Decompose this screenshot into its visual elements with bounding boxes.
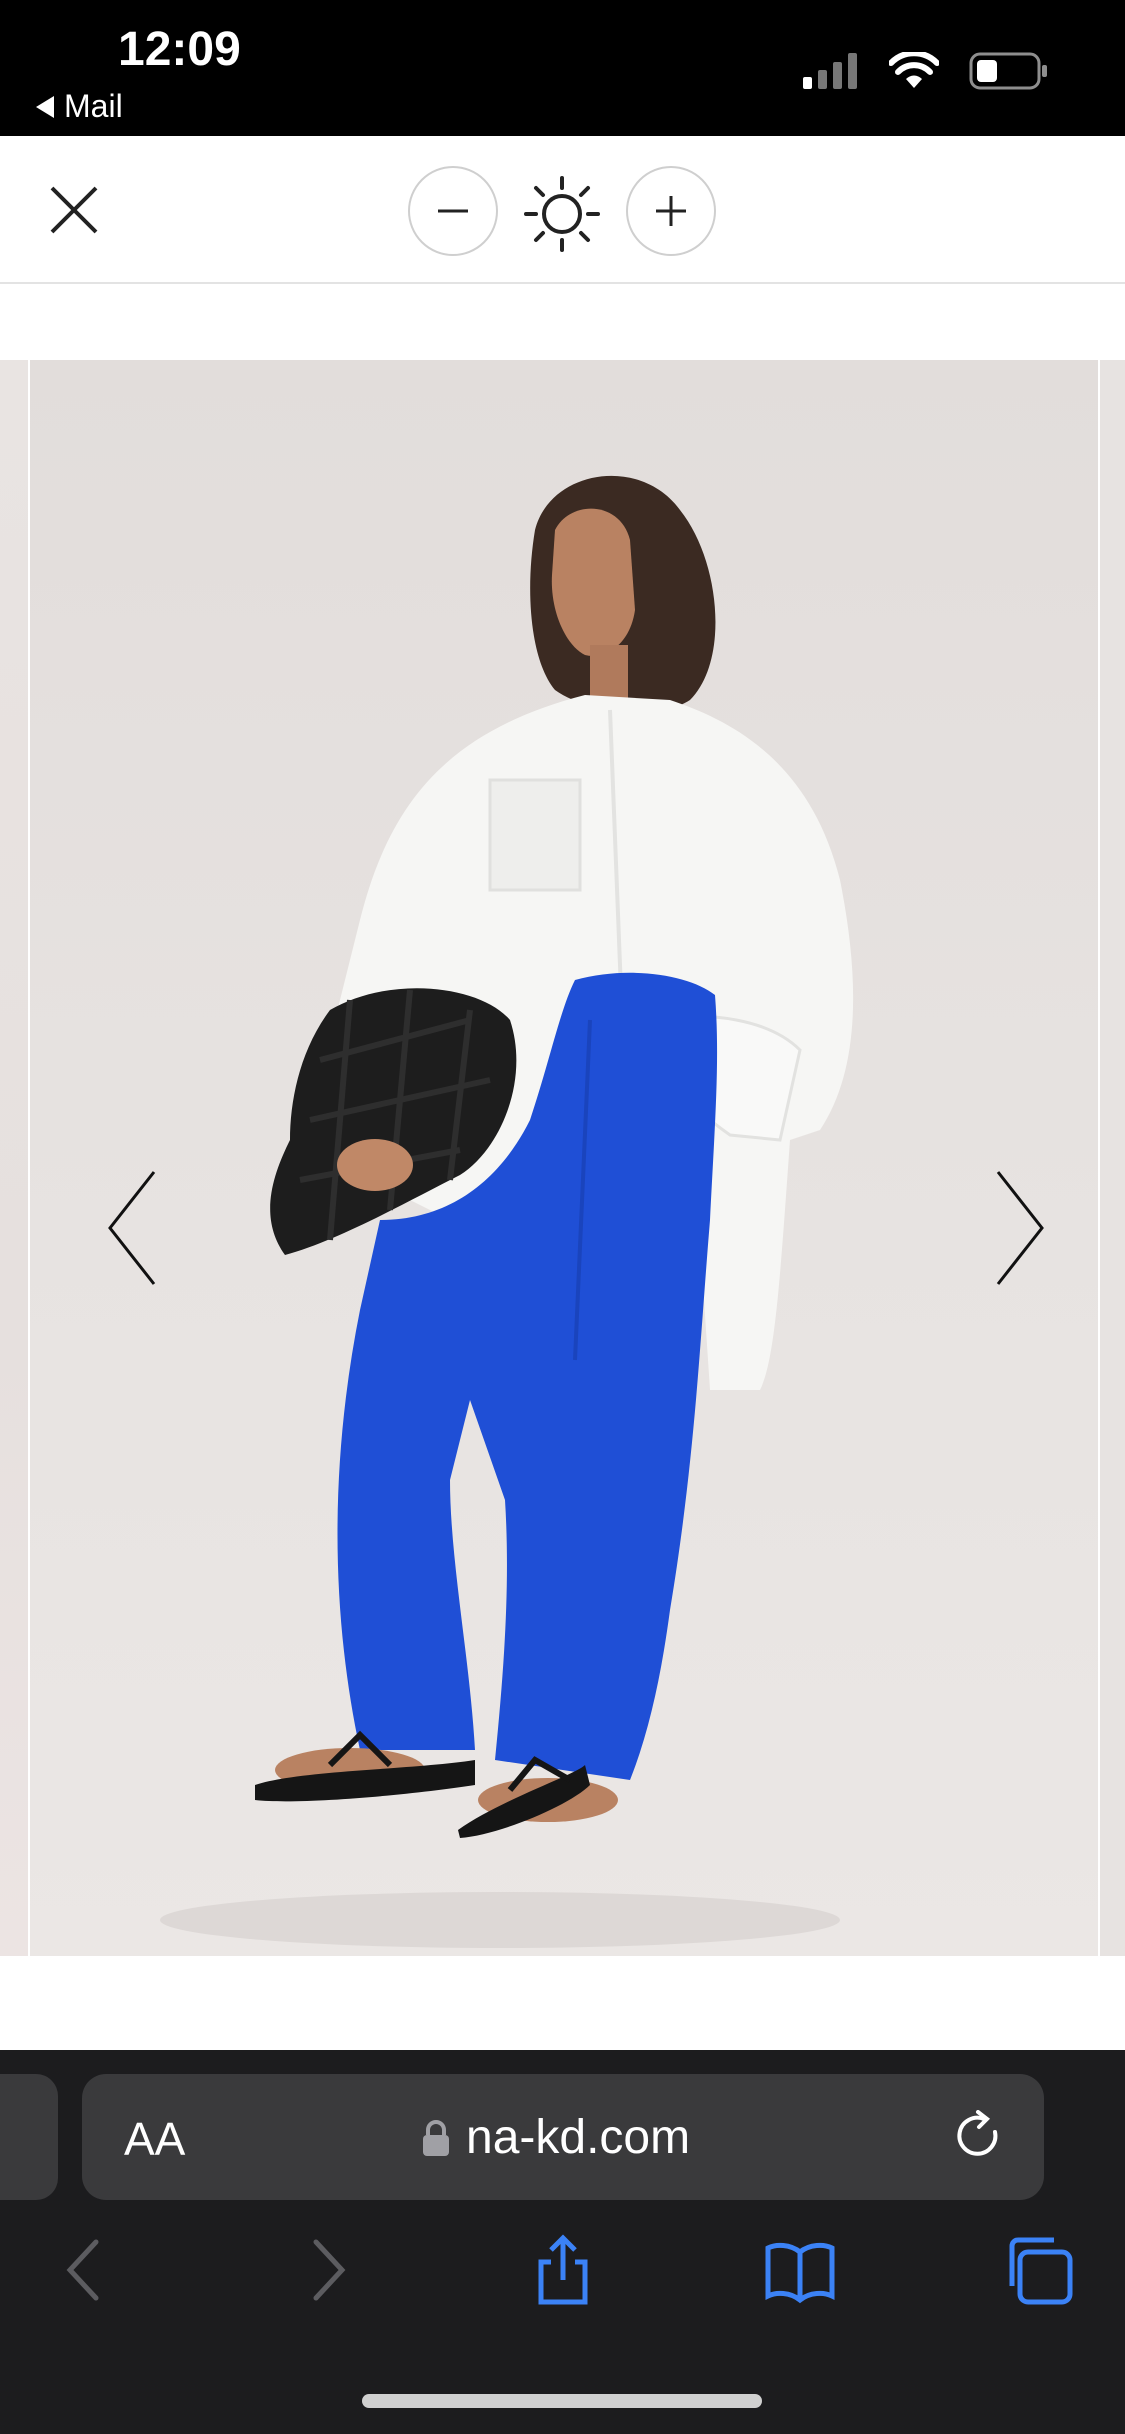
address-bar[interactable]: AA na-kd.com: [82, 2074, 1044, 2200]
previous-tab-peek[interactable]: [0, 2074, 58, 2200]
share-icon[interactable]: [527, 2234, 599, 2306]
sun-icon[interactable]: [524, 176, 600, 252]
status-time: 12:09: [118, 23, 241, 76]
product-photo[interactable]: [30, 360, 1098, 1956]
bookmarks-icon[interactable]: [764, 2234, 836, 2306]
viewer-toolbar: [0, 136, 1125, 284]
tabs-icon[interactable]: [1002, 2234, 1074, 2306]
chevron-right-icon[interactable]: [990, 1168, 1050, 1288]
lock-icon: [423, 2119, 449, 2156]
model-illustration: [160, 475, 854, 1948]
battery-icon: [969, 52, 1047, 90]
close-icon[interactable]: [46, 182, 102, 238]
back-to-mail-link[interactable]: Mail: [36, 88, 123, 125]
plus-icon: [656, 196, 686, 226]
image-gallery: [0, 284, 1125, 2050]
browser-bottom-bar: AA na-kd.com: [0, 2050, 1125, 2434]
back-triangle-icon: [36, 95, 54, 118]
previous-image-peek[interactable]: [0, 360, 28, 1956]
minus-icon: [438, 209, 468, 213]
next-image-peek[interactable]: [1100, 360, 1125, 1956]
url-text: na-kd.com: [466, 2111, 691, 2164]
url-display[interactable]: na-kd.com: [422, 2110, 690, 2165]
wifi-icon: [889, 52, 939, 88]
home-indicator[interactable]: [362, 2394, 762, 2408]
status-icons: [803, 52, 1049, 90]
zoom-in-button[interactable]: [626, 166, 716, 256]
back-icon[interactable]: [50, 2234, 122, 2306]
zoom-out-button[interactable]: [408, 166, 498, 256]
back-app-label: Mail: [64, 88, 123, 124]
reload-icon[interactable]: [952, 2110, 1006, 2164]
chevron-left-icon[interactable]: [102, 1168, 162, 1288]
text-size-button[interactable]: AA: [124, 2112, 185, 2166]
forward-icon[interactable]: [290, 2234, 362, 2306]
status-bar: 12:09 Mail: [0, 0, 1125, 136]
cellular-signal-icon: [803, 53, 857, 89]
